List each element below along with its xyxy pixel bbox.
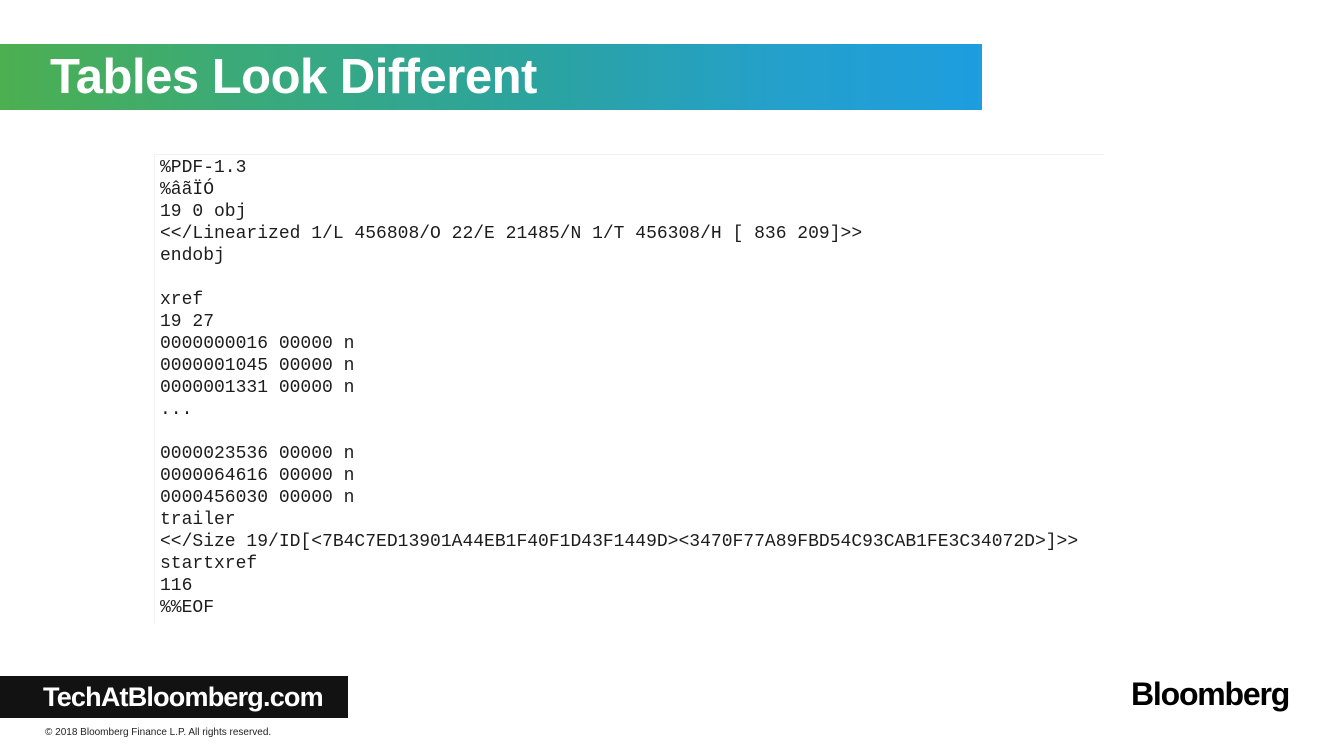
code-line: %âãÏÓ	[160, 180, 215, 200]
code-line: 0000023536 00000 n	[160, 444, 355, 464]
code-line: startxref	[160, 554, 258, 574]
code-line: <</Size 19/ID[<7B4C7ED13901A44EB1F40F1D4…	[160, 532, 1079, 552]
copyright-notice: © 2018 Bloomberg Finance L.P. All rights…	[45, 727, 272, 738]
code-line: 0000064616 00000 n	[160, 466, 355, 486]
code-line: 116	[160, 576, 193, 596]
code-line: 0000000016 00000 n	[160, 334, 355, 354]
code-line: endobj	[160, 246, 225, 266]
code-line: xref	[160, 290, 204, 310]
code-line: 0000001331 00000 n	[160, 378, 355, 398]
code-line: %PDF-1.3	[160, 158, 247, 178]
code-line: %%EOF	[160, 598, 215, 618]
code-line: 0000001045 00000 n	[160, 356, 355, 376]
code-line: <</Linearized 1/L 456808/O 22/E 21485/N …	[160, 224, 863, 244]
code-panel: %PDF-1.3 %âãÏÓ 19 0 obj <</Linearized 1/…	[154, 154, 1104, 624]
code-line: ...	[160, 400, 193, 420]
code-line: trailer	[160, 510, 236, 530]
slide-title: Tables Look Different	[50, 50, 537, 104]
code-line: 19 27	[160, 312, 215, 332]
code-line: 19 0 obj	[160, 202, 247, 222]
title-banner: Tables Look Different	[0, 44, 982, 110]
bloomberg-logo: Bloomberg	[1131, 676, 1290, 712]
site-url: TechAtBloomberg.com	[43, 682, 324, 712]
code-line: 0000456030 00000 n	[160, 488, 355, 508]
site-banner: TechAtBloomberg.com	[0, 676, 348, 718]
